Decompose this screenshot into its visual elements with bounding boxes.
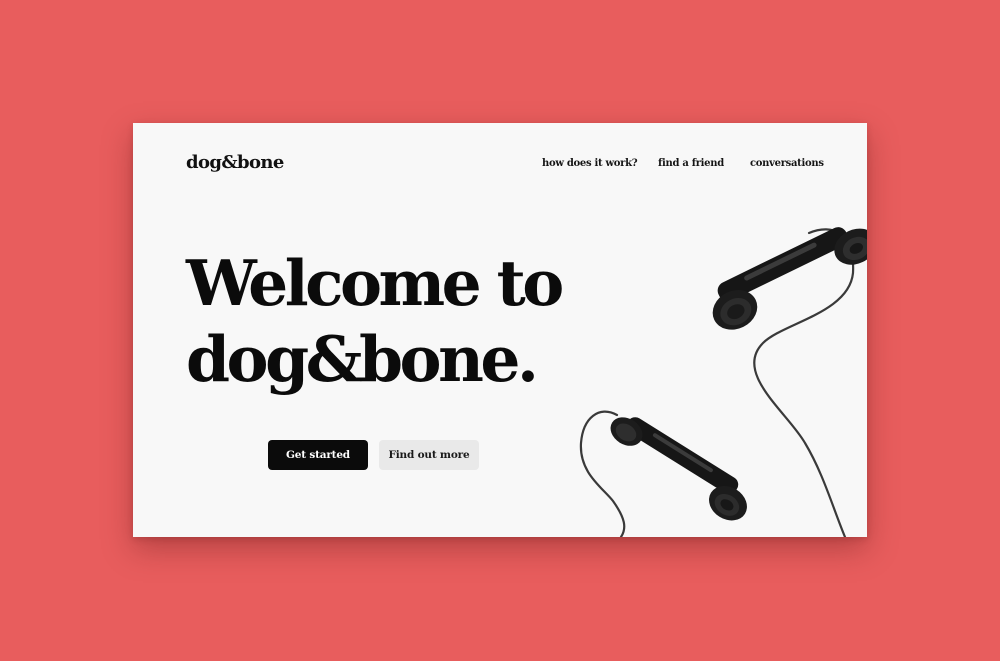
lower-phone-handset [610, 417, 747, 521]
landing-page-card: dog&bone how does it work? find a friend… [133, 123, 867, 537]
upper-phone-handset [712, 227, 867, 330]
telephone-handsets-icon [579, 227, 867, 537]
